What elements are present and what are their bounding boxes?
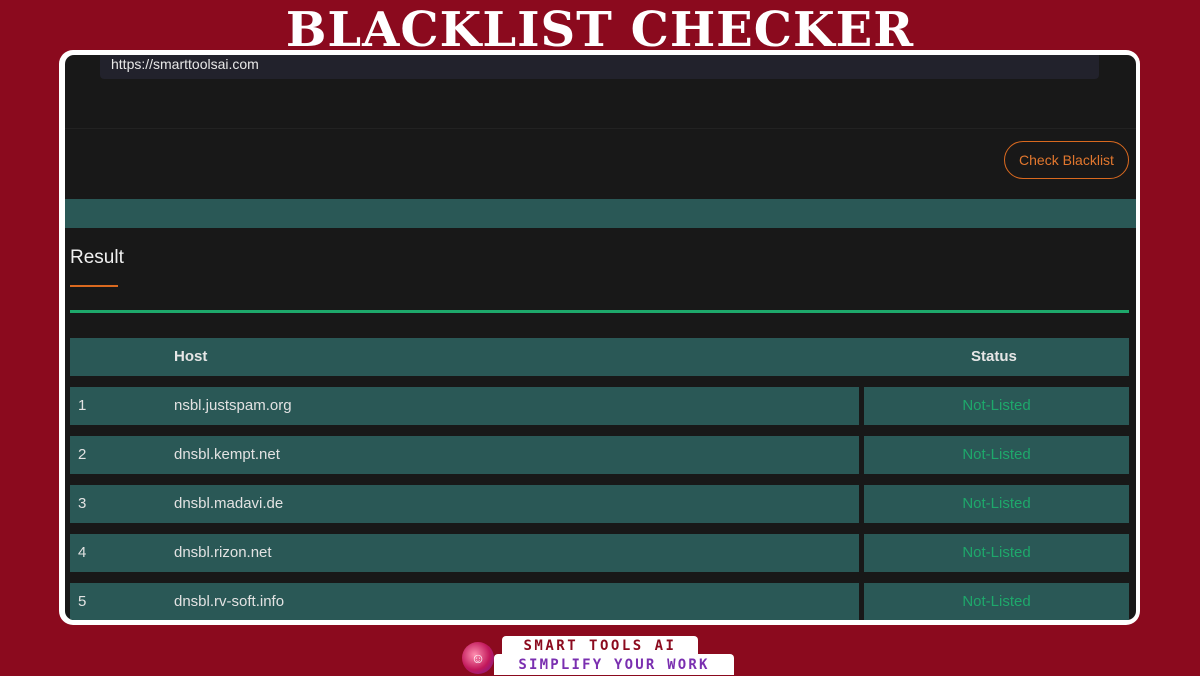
brand-tagline: SIMPLIFY YOUR WORK — [494, 654, 734, 675]
table-row: 4 dnsbl.rizon.net Not-Listed — [70, 534, 1129, 572]
brand-name: SMART TOOLS AI — [502, 636, 698, 656]
app-screen: https://smarttoolsai.com Check Blacklist… — [65, 55, 1136, 620]
table-row: 3 dnsbl.madavi.de Not-Listed — [70, 485, 1129, 523]
column-header-status: Status — [971, 348, 1017, 365]
row-host: dnsbl.rizon.net — [174, 544, 272, 561]
brand-badge: ☺ SMART TOOLS AI SIMPLIFY YOUR WORK — [460, 634, 740, 675]
teal-band — [65, 199, 1136, 228]
section-divider — [65, 128, 1136, 129]
row-host: dnsbl.madavi.de — [174, 495, 284, 512]
row-host: dnsbl.kempt.net — [174, 446, 280, 463]
row-status: Not-Listed — [864, 583, 1129, 620]
row-index: 1 — [78, 397, 87, 414]
row-index: 2 — [78, 446, 87, 463]
row-host-cell: 1 nsbl.justspam.org — [70, 387, 859, 425]
row-status: Not-Listed — [864, 485, 1129, 523]
row-host-cell: 4 dnsbl.rizon.net — [70, 534, 859, 572]
row-index: 5 — [78, 593, 87, 610]
result-heading: Result — [70, 247, 124, 268]
row-host-cell: 5 dnsbl.rv-soft.info — [70, 583, 859, 620]
table-row: 5 dnsbl.rv-soft.info Not-Listed — [70, 583, 1129, 620]
table-row: 1 nsbl.justspam.org Not-Listed — [70, 387, 1129, 425]
result-heading-underline — [70, 285, 118, 287]
row-host-cell: 3 dnsbl.madavi.de — [70, 485, 859, 523]
robot-logo-icon: ☺ — [462, 642, 494, 674]
column-header-host: Host — [174, 348, 208, 365]
table-row: 2 dnsbl.kempt.net Not-Listed — [70, 436, 1129, 474]
row-status: Not-Listed — [864, 387, 1129, 425]
row-status: Not-Listed — [864, 534, 1129, 572]
row-index: 4 — [78, 544, 87, 561]
row-host-cell: 2 dnsbl.kempt.net — [70, 436, 859, 474]
row-host: dnsbl.rv-soft.info — [174, 593, 285, 610]
result-divider — [70, 310, 1129, 313]
row-status: Not-Listed — [864, 436, 1129, 474]
row-index: 3 — [78, 495, 87, 512]
url-input[interactable]: https://smarttoolsai.com — [100, 55, 1099, 79]
table-header: Host Status — [70, 338, 1129, 376]
row-host: nsbl.justspam.org — [174, 397, 292, 414]
check-blacklist-button[interactable]: Check Blacklist — [1004, 141, 1129, 179]
